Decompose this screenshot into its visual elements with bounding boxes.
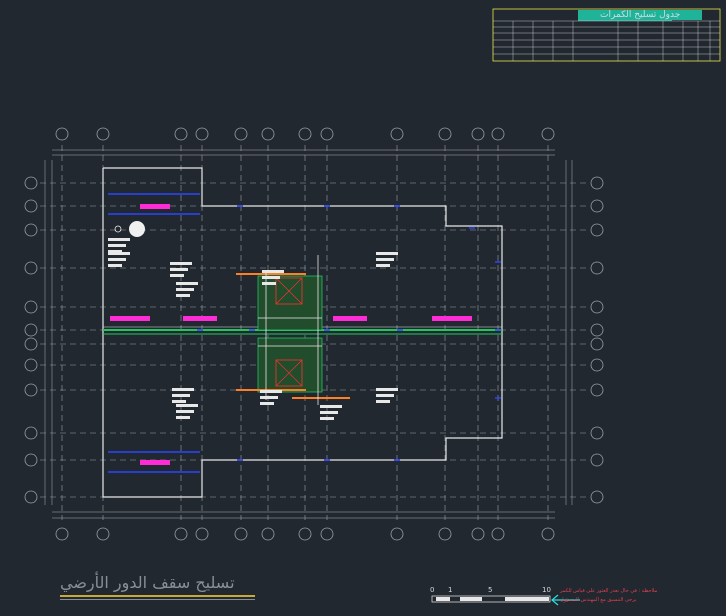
callout-mark — [320, 411, 338, 414]
callout-mark — [108, 238, 130, 241]
canvas-background — [0, 0, 726, 616]
callout-mark — [176, 288, 194, 291]
scale-label-10: 10 — [542, 586, 551, 594]
callout-mark — [170, 262, 192, 265]
callout-mark — [262, 276, 280, 279]
beam-label-mark — [140, 460, 170, 465]
callout-mark — [172, 394, 190, 397]
callout-mark — [376, 252, 398, 255]
callout-mark — [376, 264, 390, 267]
callout-mark — [376, 394, 394, 397]
beam-label-mark — [140, 204, 170, 209]
callout-mark — [260, 396, 278, 399]
callout-mark — [176, 410, 194, 413]
scale-label-0: 0 — [430, 586, 435, 594]
beam-label-mark — [432, 316, 472, 321]
callout-mark — [376, 400, 390, 403]
title-underline-gold — [60, 595, 255, 597]
callout-mark — [260, 402, 274, 405]
callout-mark — [376, 388, 398, 391]
callout-mark — [176, 294, 190, 297]
callout-mark — [262, 270, 284, 273]
beam-label-mark — [333, 316, 367, 321]
callout-mark — [176, 282, 198, 285]
callout-mark — [170, 274, 184, 277]
callout-mark — [260, 390, 282, 393]
callout-mark — [108, 252, 130, 255]
beam-label-mark — [110, 316, 150, 321]
scale-label-1: 1 — [448, 586, 453, 594]
callout-mark — [320, 417, 334, 420]
callout-mark — [172, 388, 194, 391]
callout-mark — [108, 264, 122, 267]
callout-mark — [176, 416, 190, 419]
drawing-title: تسليح سقف الدور الأرضي — [60, 573, 235, 592]
drawing-note-2: يرجى التنسيق مع المهندس المسؤول — [560, 597, 637, 603]
table-title: جدول تسليح الكمرات — [578, 10, 703, 20]
callout-mark — [108, 244, 126, 247]
callout-mark — [176, 404, 198, 407]
callout-mark — [170, 268, 188, 271]
beam-label-mark — [183, 316, 217, 321]
drawing-note-1: ملاحظة : في حال تعذر العثور على قياس للك… — [560, 588, 658, 594]
title-underline-grey — [60, 599, 255, 600]
callout-mark — [376, 258, 394, 261]
scale-label-5: 5 — [488, 586, 493, 594]
cad-drawing-canvas[interactable] — [0, 0, 726, 616]
callout-mark — [320, 405, 342, 408]
callout-mark — [172, 400, 186, 403]
callout-mark — [262, 282, 276, 285]
callout-mark — [108, 258, 126, 261]
